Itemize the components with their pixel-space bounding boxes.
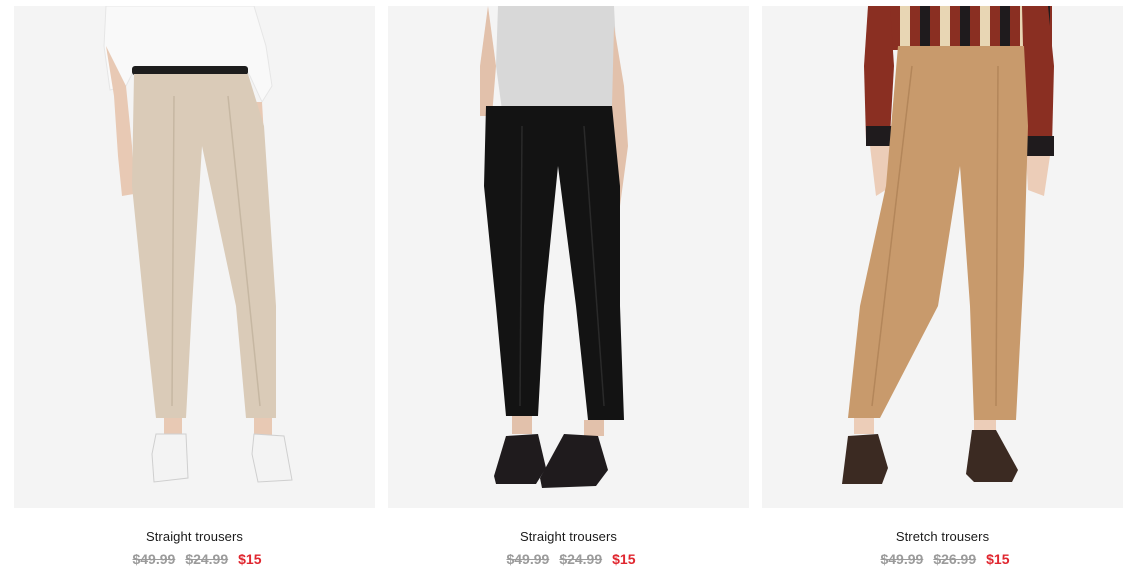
price-row: $49.99 $26.99 $15 — [762, 551, 1123, 567]
sale-price: $15 — [238, 551, 262, 567]
previous-price: $24.99 — [559, 551, 603, 567]
product-card[interactable]: Straight trousers $49.99 $24.99 $15 — [14, 6, 375, 572]
product-name[interactable]: Straight trousers — [14, 529, 375, 544]
product-image[interactable] — [762, 6, 1123, 508]
sale-price: $15 — [986, 551, 1010, 567]
original-price: $49.99 — [132, 551, 176, 567]
product-name[interactable]: Straight trousers — [388, 529, 749, 544]
previous-price: $24.99 — [185, 551, 229, 567]
previous-price: $26.99 — [933, 551, 977, 567]
product-name[interactable]: Stretch trousers — [762, 529, 1123, 544]
product-image[interactable] — [14, 6, 375, 508]
beige-trousers-illustration — [103, 6, 293, 483]
black-trousers-illustration — [480, 6, 628, 488]
sale-price: $15 — [612, 551, 636, 567]
product-image[interactable] — [388, 6, 749, 508]
price-row: $49.99 $24.99 $15 — [388, 551, 749, 567]
camel-trousers-illustration — [842, 6, 1054, 484]
original-price: $49.99 — [506, 551, 550, 567]
product-grid: Straight trousers $49.99 $24.99 $15 Stra… — [0, 0, 1136, 574]
product-card[interactable]: Stretch trousers $49.99 $26.99 $15 — [762, 6, 1123, 572]
original-price: $49.99 — [880, 551, 924, 567]
product-card[interactable]: Straight trousers $49.99 $24.99 $15 — [388, 6, 749, 572]
price-row: $49.99 $24.99 $15 — [14, 551, 375, 567]
